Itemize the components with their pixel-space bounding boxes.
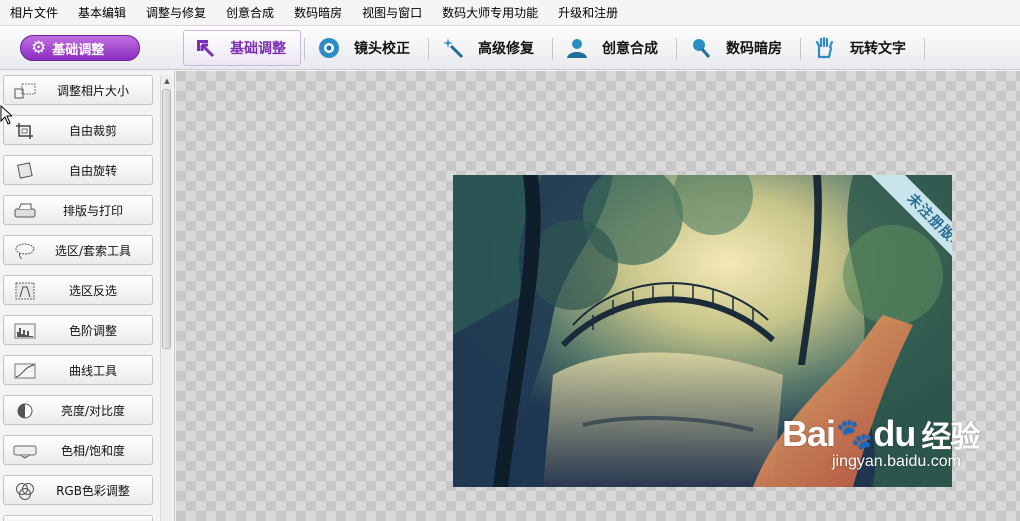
tab-advanced-repair[interactable]: 高级修复 (432, 30, 550, 66)
rgb-icon (12, 481, 38, 500)
tool-resize-photo[interactable]: 调整相片大小 (3, 75, 153, 105)
printer-icon (12, 201, 38, 220)
tool-panel-scrollbar[interactable]: ▲ (160, 75, 172, 521)
tool-next-partial[interactable] (3, 515, 153, 521)
tab-divider (428, 38, 429, 60)
tool-label: 选区反选 (68, 283, 117, 298)
menu-bar: 相片文件 基本编辑 调整与修复 创意合成 数码暗房 视图与窗口 数码大师专用功能… (0, 0, 1020, 26)
tool-label: 自由旋转 (68, 163, 117, 178)
menu-photo-file[interactable]: 相片文件 (0, 0, 68, 26)
tab-basic-adjust[interactable]: 基础调整 (183, 30, 301, 66)
menu-darkroom[interactable]: 数码暗房 (284, 0, 352, 26)
menu-basic-edit[interactable]: 基本编辑 (68, 0, 136, 26)
tool-label: 排版与打印 (62, 203, 123, 218)
resize-icon (12, 81, 38, 100)
tool-hue-saturation[interactable]: 色相/饱和度 (3, 435, 153, 465)
hand-text-icon (814, 37, 836, 59)
brush-icon (690, 37, 712, 59)
watermark-brand-right: du (873, 413, 916, 454)
lasso-icon (12, 241, 38, 260)
brightness-icon (12, 401, 38, 420)
tool-lasso[interactable]: 选区/套索工具 (3, 235, 153, 265)
menu-adjust-repair[interactable]: 调整与修复 (136, 0, 216, 26)
tool-label: 色相/饱和度 (60, 443, 126, 458)
tab-label: 创意合成 (602, 41, 658, 57)
magic-wand-icon (442, 37, 464, 59)
brand-button[interactable]: ⚙ 基础调整 (20, 35, 140, 61)
tool-label: 曲线工具 (68, 363, 117, 378)
tab-divider (800, 38, 801, 60)
tool-free-rotate[interactable]: 自由旋转 (3, 155, 153, 185)
tab-divider (304, 38, 305, 60)
tool-label: RGB色彩调整 (56, 483, 130, 498)
tool-label: 选区/套索工具 (54, 243, 132, 258)
levels-icon (12, 321, 38, 340)
watermark-brand-left: Bai (782, 413, 836, 454)
tab-lens-correction[interactable]: 镜头校正 (308, 30, 426, 66)
tool-layout-print[interactable]: 排版与打印 (3, 195, 153, 225)
tool-label: 色阶调整 (68, 323, 117, 338)
crop-arrow-icon (194, 37, 216, 59)
main-toolbar: ⚙ 基础调整 基础调整 镜头校正 高级修复 创意合成 数码暗房 玩转文字 (0, 26, 1020, 70)
watermark-url: jingyan.baidu.com (832, 453, 961, 470)
tab-label: 镜头校正 (354, 41, 410, 57)
tool-curves[interactable]: 曲线工具 (3, 355, 153, 385)
tool-invert-selection[interactable]: 选区反选 (3, 275, 153, 305)
baidu-watermark: Bai 🐾 du 经验 jingyan.baidu.com (782, 412, 980, 471)
watermark-brand: Bai 🐾 du 经验 (782, 412, 980, 456)
tool-label: 调整相片大小 (56, 83, 129, 98)
watermark-brand-cn: 经验 (921, 421, 980, 454)
tool-free-crop[interactable]: 自由裁剪 (3, 115, 153, 145)
gear-icon: ⚙ (31, 37, 47, 58)
tool-label: 亮度/对比度 (60, 403, 126, 418)
tab-darkroom[interactable]: 数码暗房 (680, 30, 798, 66)
scroll-up-arrow-icon[interactable]: ▲ (161, 75, 173, 87)
person-icon (566, 37, 588, 59)
menu-creative-composite[interactable]: 创意合成 (216, 0, 284, 26)
tool-panel: 调整相片大小 自由裁剪 自由旋转 排版与打印 选区/套索工具 选区反选 色阶调整… (0, 71, 175, 521)
tool-brightness-contrast[interactable]: 亮度/对比度 (3, 395, 153, 425)
tab-label: 高级修复 (478, 41, 534, 57)
tool-levels[interactable]: 色阶调整 (3, 315, 153, 345)
tool-label: 自由裁剪 (68, 123, 117, 138)
tab-creative-composite[interactable]: 创意合成 (556, 30, 674, 66)
menu-upgrade-register[interactable]: 升级和注册 (548, 0, 628, 26)
tab-divider (924, 38, 925, 60)
tab-divider (676, 38, 677, 60)
tool-rgb-adjust[interactable]: RGB色彩调整 (3, 475, 153, 505)
mouse-cursor-icon (0, 105, 12, 125)
menu-master-features[interactable]: 数码大师专用功能 (432, 0, 548, 26)
lens-icon (318, 37, 340, 59)
rotate-icon (12, 161, 38, 180)
scroll-thumb[interactable] (162, 89, 171, 349)
tab-divider (552, 38, 553, 60)
paw-icon: 🐾 (836, 417, 873, 451)
hue-icon (12, 441, 38, 460)
crop-icon (12, 121, 38, 140)
tab-label: 基础调整 (230, 41, 286, 57)
tab-text-fun[interactable]: 玩转文字 (804, 30, 922, 66)
curves-icon (12, 361, 38, 380)
tab-label: 玩转文字 (850, 41, 906, 57)
tab-label: 数码暗房 (726, 41, 782, 57)
menu-view-window[interactable]: 视图与窗口 (352, 0, 432, 26)
brand-button-label: 基础调整 (52, 42, 105, 58)
invert-selection-icon (12, 281, 38, 300)
